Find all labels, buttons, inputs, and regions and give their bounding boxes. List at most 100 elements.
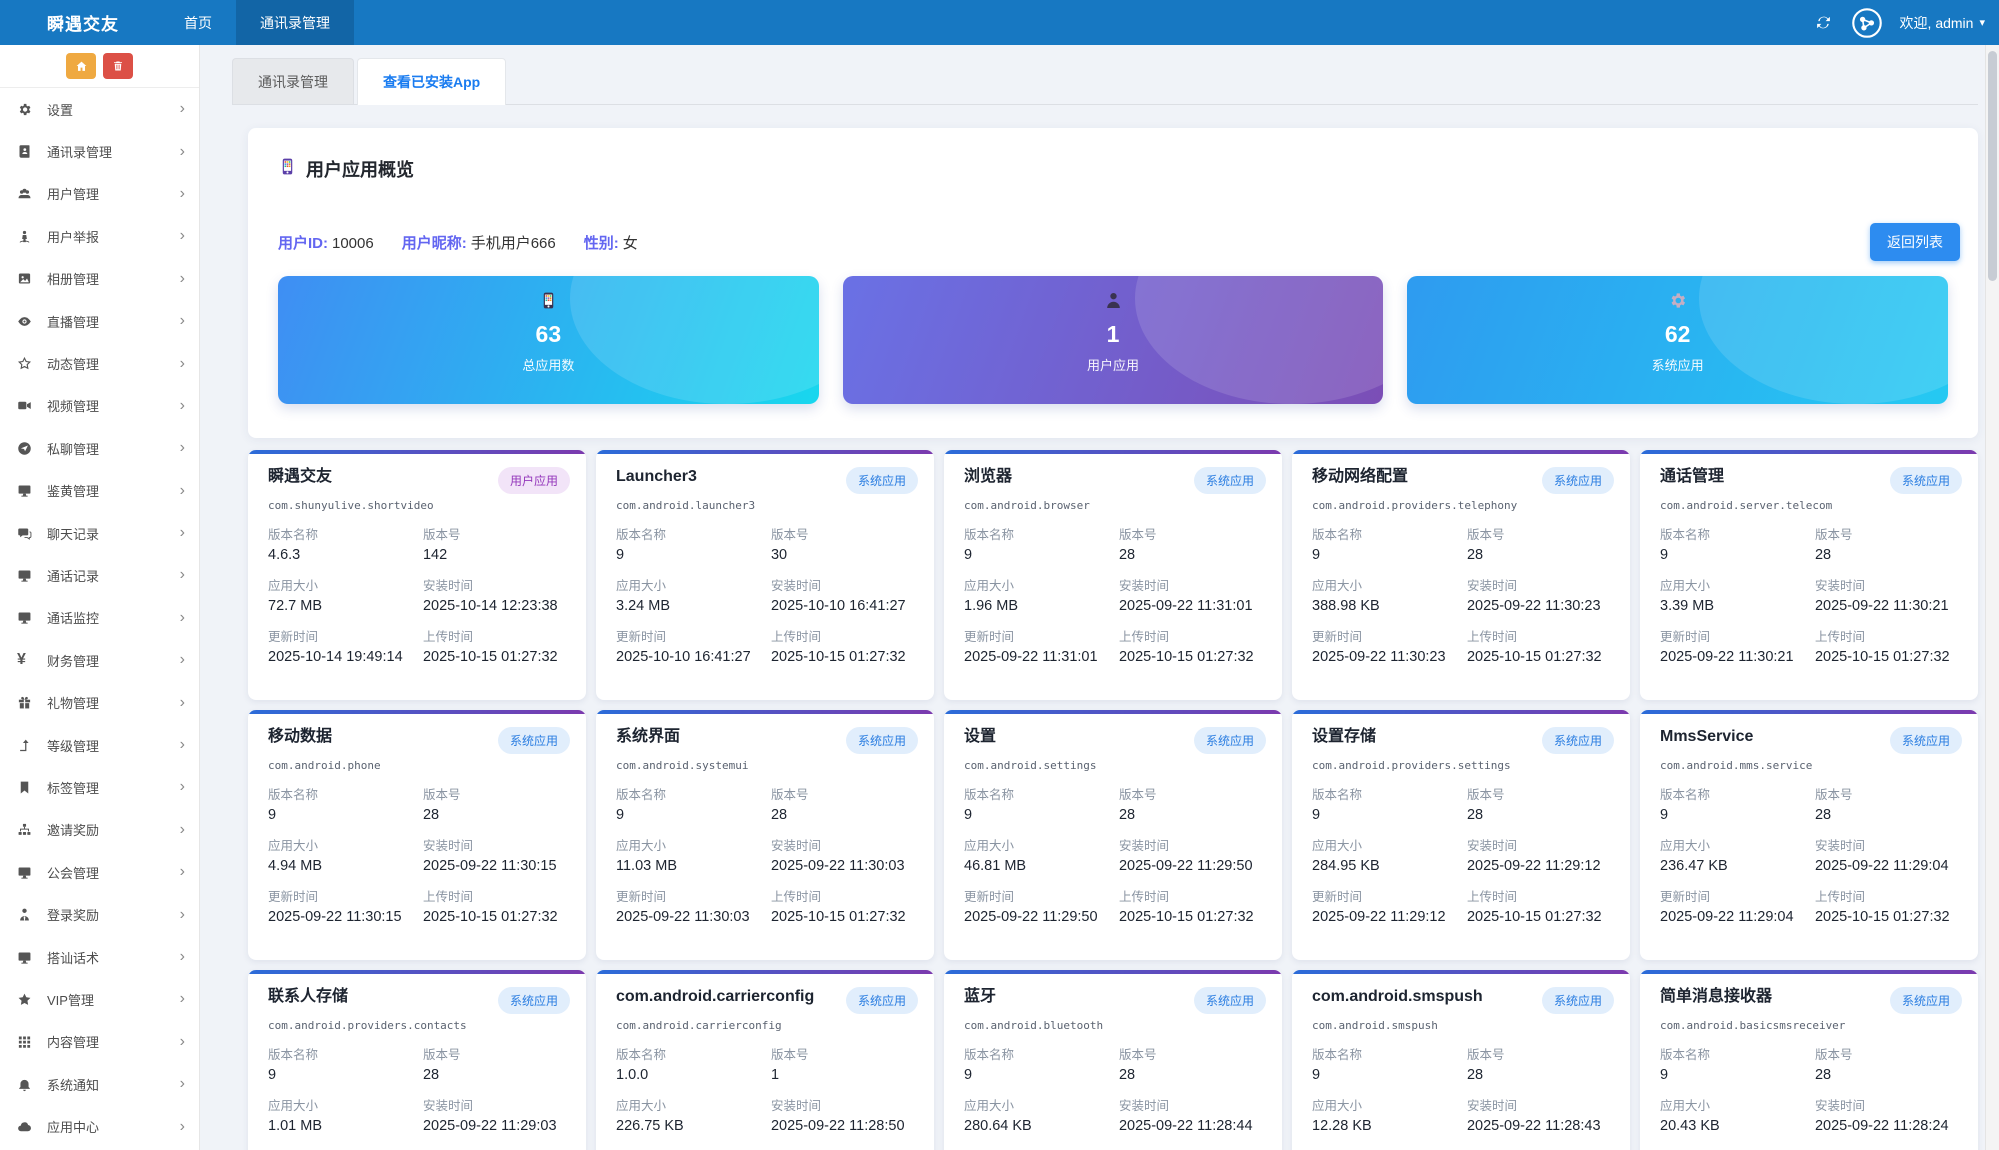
field-value: 28 xyxy=(1815,1067,1958,1083)
app-name: 瞬遇交友 xyxy=(268,467,332,487)
cloud-icon xyxy=(17,1119,41,1134)
app-package: com.android.providers.settings xyxy=(1292,754,1630,772)
sidebar-item[interactable]: 动态管理 › xyxy=(0,342,199,384)
sidebar-item[interactable]: 应用中心 › xyxy=(0,1105,199,1147)
field-label: 版本名称 xyxy=(964,1044,1119,1063)
sidebar-item-label: 邀请奖励 xyxy=(41,820,180,839)
app-field: 版本名称 9 xyxy=(964,524,1119,563)
star-icon xyxy=(17,992,41,1007)
sidebar-item[interactable]: 系统通知 › xyxy=(0,1063,199,1105)
overview-card: 用户应用概览 用户ID:10006 用户昵称:手机用户666 性别:女 返回列表… xyxy=(248,128,1978,438)
sidebar-item[interactable]: 通话记录 › xyxy=(0,554,199,596)
app-type-badge: 系统应用 xyxy=(1194,467,1266,494)
sidebar-item[interactable]: 直播管理 › xyxy=(0,300,199,342)
field-value: 2025-09-22 11:30:23 xyxy=(1312,649,1467,665)
sidebar-item[interactable]: 搭讪话术 › xyxy=(0,936,199,978)
brand-logo[interactable]: 瞬遇交友 xyxy=(0,10,160,35)
field-value: 226.75 KB xyxy=(616,1118,771,1134)
sidebar-item[interactable]: 通话监控 › xyxy=(0,597,199,639)
field-label: 版本号 xyxy=(423,1044,566,1063)
bell-icon xyxy=(17,1077,41,1092)
app-field: 应用大小 20.43 KB xyxy=(1660,1095,1815,1134)
field-label: 版本名称 xyxy=(1660,784,1815,803)
app-field: 版本号 28 xyxy=(1467,784,1610,823)
field-value: 1.0.0 xyxy=(616,1067,771,1083)
app-fields: 版本名称 4.6.3 版本号 142 应用大小 72.7 MB 安装时间 202… xyxy=(248,512,586,665)
sidebar-item[interactable]: 公会管理 › xyxy=(0,851,199,893)
field-label: 应用大小 xyxy=(268,1095,423,1114)
app-field: 应用大小 12.28 KB xyxy=(1312,1095,1467,1134)
field-value: 2025-09-22 11:29:04 xyxy=(1660,909,1815,925)
back-to-list-button[interactable]: 返回列表 xyxy=(1870,223,1960,261)
sidebar-item[interactable]: 用户管理 › xyxy=(0,173,199,215)
app-name: 简单消息接收器 xyxy=(1660,987,1772,1007)
field-value: 1.01 MB xyxy=(268,1118,423,1134)
gift-icon xyxy=(17,695,41,710)
nav-item-0[interactable]: 首页 xyxy=(160,0,236,45)
field-label: 更新时间 xyxy=(268,626,423,645)
field-label: 版本号 xyxy=(1119,784,1262,803)
home-button[interactable] xyxy=(66,53,96,79)
sidebar-item[interactable]: 礼物管理 › xyxy=(0,681,199,723)
sidebar-item[interactable]: 视频管理 › xyxy=(0,385,199,427)
avatar[interactable] xyxy=(1850,6,1884,40)
stat-card: 62 系统应用 xyxy=(1407,276,1948,404)
sidebar-item[interactable]: 聊天记录 › xyxy=(0,512,199,554)
vertical-scrollbar[interactable] xyxy=(1985,45,1999,1150)
chevron-right-icon: › xyxy=(180,907,185,923)
sidebar-item[interactable]: 通讯录管理 › xyxy=(0,130,199,172)
app-type-badge: 系统应用 xyxy=(1890,727,1962,754)
stat-value: 63 xyxy=(278,321,819,348)
app-fields: 版本名称 9 版本号 28 应用大小 388.98 KB 安装时间 2025-0… xyxy=(1292,512,1630,665)
app-field: 更新时间 2025-09-22 11:29:50 xyxy=(964,886,1119,925)
field-value: 9 xyxy=(268,1067,423,1083)
app-field: 上传时间 2025-10-15 01:27:32 xyxy=(771,886,914,925)
field-value: 2025-09-22 11:29:50 xyxy=(964,909,1119,925)
field-label: 安装时间 xyxy=(1467,575,1610,594)
refresh-icon[interactable] xyxy=(1814,13,1834,33)
field-label: 安装时间 xyxy=(423,1095,566,1114)
tab-0[interactable]: 通讯录管理 xyxy=(232,58,354,104)
sidebar-item-label: 搭讪话术 xyxy=(41,948,180,967)
sidebar-item[interactable]: 标签管理 › xyxy=(0,766,199,808)
sidebar-item[interactable]: 邀请奖励 › xyxy=(0,809,199,851)
user-menu[interactable]: 欢迎, admin ▾ xyxy=(1900,13,1985,33)
field-label: 上传时间 xyxy=(423,886,566,905)
app-fields: 版本名称 9 版本号 28 应用大小 11.03 MB 安装时间 2025-09… xyxy=(596,772,934,925)
app-field: 版本号 28 xyxy=(1119,524,1262,563)
sidebar-item[interactable]: 鉴黄管理 › xyxy=(0,470,199,512)
chevron-right-icon: › xyxy=(180,144,185,160)
app-card: MmsService 系统应用 com.android.mms.service … xyxy=(1640,710,1978,960)
field-label: 上传时间 xyxy=(771,886,914,905)
chevron-right-icon: › xyxy=(180,1119,185,1135)
field-value: 2025-09-22 11:30:21 xyxy=(1660,649,1815,665)
sidebar-item[interactable]: 私聊管理 › xyxy=(0,427,199,469)
sidebar-item[interactable]: 登录奖励 › xyxy=(0,893,199,935)
tab-1[interactable]: 查看已安装App xyxy=(357,58,506,105)
app-field: 上传时间 2025-10-15 01:27:32 xyxy=(1119,886,1262,925)
sidebar-item[interactable]: VIP管理 › xyxy=(0,978,199,1020)
field-value: 2025-10-10 16:41:27 xyxy=(771,598,914,614)
sidebar-item[interactable]: 设置 › xyxy=(0,88,199,130)
trash-button[interactable] xyxy=(103,53,133,79)
field-value: 2025-10-15 01:27:32 xyxy=(771,909,914,925)
field-label: 上传时间 xyxy=(1815,886,1958,905)
sidebar-item-label: 私聊管理 xyxy=(41,439,180,458)
sidebar-item[interactable]: 相册管理 › xyxy=(0,258,199,300)
sidebar-item[interactable]: ¥ 财务管理 › xyxy=(0,639,199,681)
app-field: 安装时间 2025-09-22 11:28:44 xyxy=(1119,1095,1262,1134)
app-field: 安装时间 2025-09-22 11:29:04 xyxy=(1815,835,1958,874)
field-value: 2025-10-15 01:27:32 xyxy=(423,649,566,665)
sidebar-item[interactable]: 等级管理 › xyxy=(0,724,199,766)
scrollbar-thumb[interactable] xyxy=(1988,51,1997,281)
sidebar-item-label: VIP管理 xyxy=(41,990,180,1009)
app-card: 设置 系统应用 com.android.settings 版本名称 9 版本号 … xyxy=(944,710,1282,960)
chevron-right-icon: › xyxy=(180,991,185,1007)
field-label: 应用大小 xyxy=(616,1095,771,1114)
sidebar-item[interactable]: 用户举报 › xyxy=(0,215,199,257)
app-type-badge: 系统应用 xyxy=(1542,727,1614,754)
user-id-value: 10006 xyxy=(332,235,374,252)
sidebar-item[interactable]: 内容管理 › xyxy=(0,1021,199,1063)
nav-item-1[interactable]: 通讯录管理 xyxy=(236,0,354,45)
app-card: com.android.smspush 系统应用 com.android.sms… xyxy=(1292,970,1630,1150)
